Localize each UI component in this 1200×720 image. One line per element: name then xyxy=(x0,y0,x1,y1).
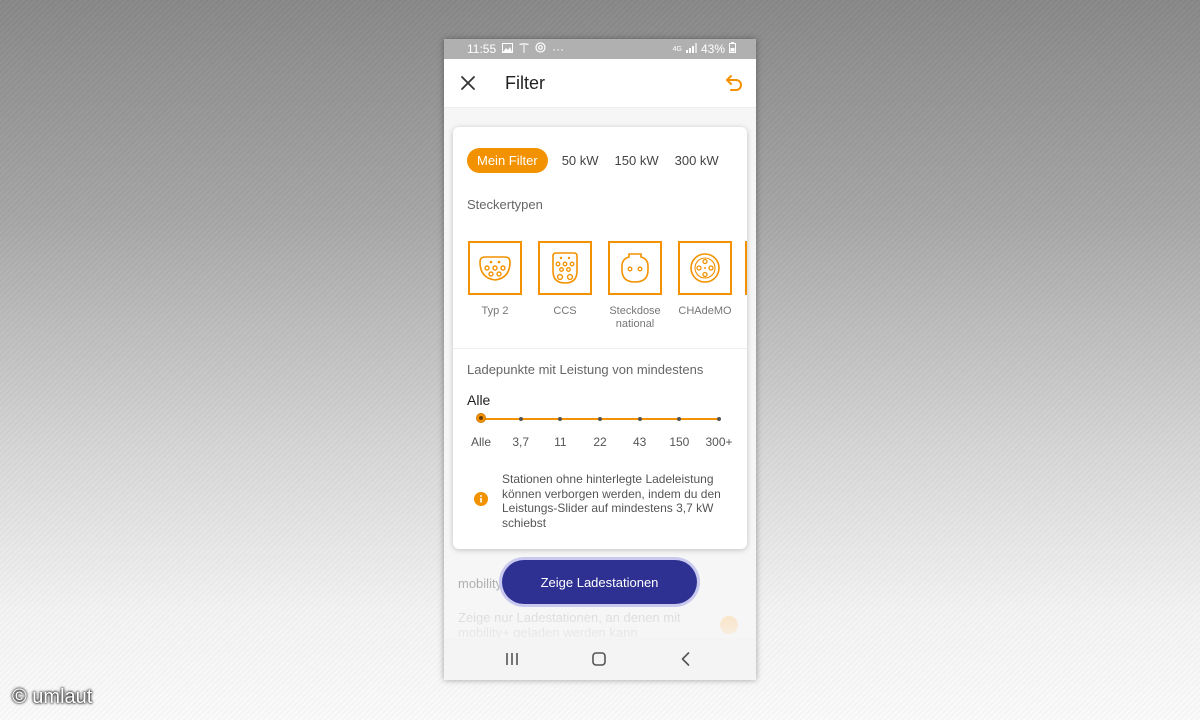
status-left: 11:55 ··· xyxy=(467,42,564,56)
power-info-text: Stationen ohne hinterlegte Ladeleistung … xyxy=(502,472,721,530)
plug-label: Steckdose national xyxy=(609,305,661,330)
close-button[interactable] xyxy=(456,71,480,95)
back-button[interactable] xyxy=(676,649,696,669)
app-bar: Filter xyxy=(444,59,756,108)
power-title: Ladepunkte mit Leistung von mindestens xyxy=(467,362,704,377)
gallery-icon xyxy=(502,42,514,56)
type2-plug-icon xyxy=(468,241,522,295)
status-more-dots: ··· xyxy=(552,42,565,56)
signal-icon xyxy=(685,42,697,56)
undo-icon xyxy=(726,75,742,91)
plug-more-partial[interactable] xyxy=(745,241,747,295)
plug-type2[interactable]: Typ 2 xyxy=(467,241,523,331)
slider-tick-label: 300+ xyxy=(705,435,733,449)
chademo-plug-icon xyxy=(678,241,732,295)
recent-apps-icon xyxy=(506,653,518,665)
power-selected-value: Alle xyxy=(467,392,491,408)
preset-50kw[interactable]: 50 kW xyxy=(556,149,605,172)
plug-chademo[interactable]: CHAdeMO xyxy=(677,241,733,331)
plug-label: CHAdeMO xyxy=(678,305,732,317)
battery-icon xyxy=(729,42,736,56)
slider-tick-label: 150 xyxy=(669,435,690,449)
tesla-icon xyxy=(519,42,530,56)
mobility-toggle[interactable] xyxy=(720,616,738,634)
slider-tick xyxy=(518,417,523,421)
preset-300kw[interactable]: 300 kW xyxy=(669,149,725,172)
preset-mein-filter[interactable]: Mein Filter xyxy=(467,148,548,173)
power-slider[interactable] xyxy=(467,412,733,426)
network-type: 4G xyxy=(672,45,682,53)
slider-thumb[interactable] xyxy=(476,413,486,423)
preset-tabs: Mein Filter 50 kW 150 kW 300 kW xyxy=(467,148,725,173)
ccs-plug-icon xyxy=(538,241,592,295)
at-icon xyxy=(535,42,546,56)
slider-tick xyxy=(598,417,602,421)
slider-tick xyxy=(558,417,563,421)
slider-tick xyxy=(717,417,721,421)
section-divider xyxy=(453,348,747,349)
slider-tick xyxy=(637,417,642,421)
page-title: Filter xyxy=(505,73,545,93)
close-icon xyxy=(461,76,475,90)
home-icon xyxy=(592,652,606,666)
slider-tick-label: 11 xyxy=(554,435,567,449)
home-button[interactable] xyxy=(589,649,609,669)
schuko-plug-icon xyxy=(608,241,662,295)
info-icon xyxy=(474,492,488,506)
mobility-section-text: Zeige nur Ladestationen, an denen mit mo… xyxy=(458,610,681,640)
status-bar: 11:55 ··· 4G 43% xyxy=(444,39,756,59)
slider-tick-label: Alle xyxy=(470,435,492,449)
battery-percent: 43% xyxy=(700,42,725,56)
slider-tick-label: 3,7 xyxy=(512,435,529,449)
status-time: 11:55 xyxy=(467,42,497,56)
status-right: 4G 43% xyxy=(673,42,736,56)
slider-tick-label: 22 xyxy=(593,435,607,449)
back-icon xyxy=(681,652,690,666)
phone-screen: 11:55 ··· 4G 43% Filter mobility Zeige n… xyxy=(444,39,756,680)
plug-type-list: Typ 2 CCS Steckdose national CHAdeMO xyxy=(467,241,733,331)
preset-150kw[interactable]: 150 kW xyxy=(609,149,665,172)
plug-ccs[interactable]: CCS xyxy=(537,241,593,331)
plug-schuko[interactable]: Steckdose national xyxy=(607,241,663,331)
slider-tick-label: 43 xyxy=(632,435,647,449)
copyright-watermark: © umlaut xyxy=(12,686,93,708)
slider-tick-labels: Alle 3,7 11 22 43 150 300+ xyxy=(467,435,733,449)
mobility-section-title: mobility xyxy=(458,576,503,591)
plug-label: CCS xyxy=(553,305,577,317)
plug-label: Typ 2 xyxy=(481,305,509,317)
show-stations-button[interactable]: Zeige Ladestationen xyxy=(502,560,697,604)
plug-types-title: Steckertypen xyxy=(467,197,543,212)
filter-card: Mein Filter 50 kW 150 kW 300 kW Steckert… xyxy=(453,127,747,549)
recent-apps-button[interactable] xyxy=(502,649,522,669)
reset-filter-button[interactable] xyxy=(722,71,746,95)
system-nav-bar xyxy=(444,638,756,680)
slider-tick xyxy=(677,417,682,421)
